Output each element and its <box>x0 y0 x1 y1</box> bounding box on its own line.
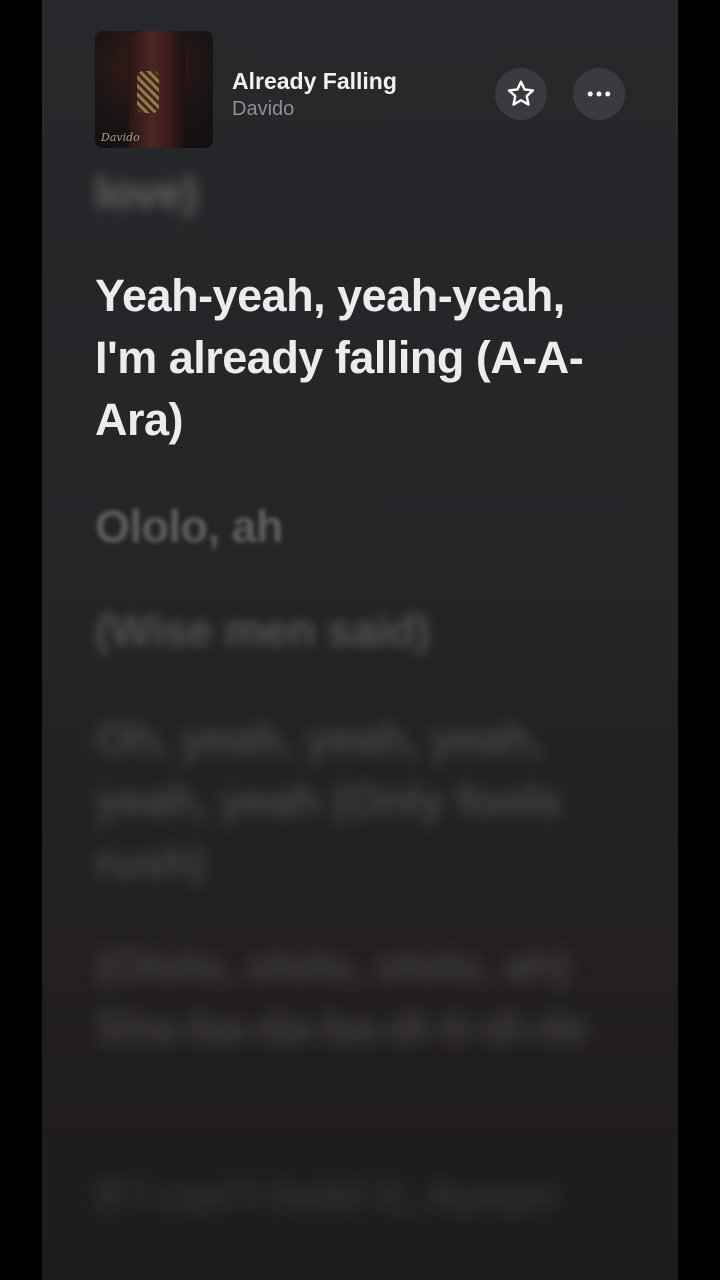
artwork-beads <box>137 71 159 113</box>
now-playing-header: Davido Already Falling Davido <box>42 0 678 170</box>
more-options-button[interactable] <box>573 68 625 120</box>
lyric-line-upcoming[interactable]: Ololo, ah <box>95 496 625 558</box>
artwork-signature: Davido <box>101 131 140 144</box>
album-artwork[interactable]: Davido <box>95 31 213 148</box>
favorite-button[interactable] <box>495 68 547 120</box>
lyric-line-upcoming[interactable]: (Wise men said) <box>95 600 625 662</box>
ellipsis-icon <box>587 91 611 97</box>
lyric-line-upcoming[interactable]: Oh, yeah, yeah, yeah, yeah, yeah (Only f… <box>95 708 625 894</box>
lyric-line-upcoming[interactable]: (Ololo, ololo, ololo, ah) Sha-ba-da-ba-d… <box>95 935 625 1059</box>
star-icon <box>507 80 535 106</box>
lyrics-screen: love) Yeah-yeah, yeah-yeah, I'm already … <box>42 0 678 1280</box>
lyric-line-upcoming[interactable]: If I can't hold it, Ayoyo <box>95 1165 625 1227</box>
lyric-line-current[interactable]: Yeah-yeah, yeah-yeah, I'm already fallin… <box>95 265 625 451</box>
song-title: Already Falling <box>232 68 397 94</box>
lyric-line-previous[interactable]: love) <box>95 162 625 224</box>
song-artist[interactable]: Davido <box>232 98 294 121</box>
